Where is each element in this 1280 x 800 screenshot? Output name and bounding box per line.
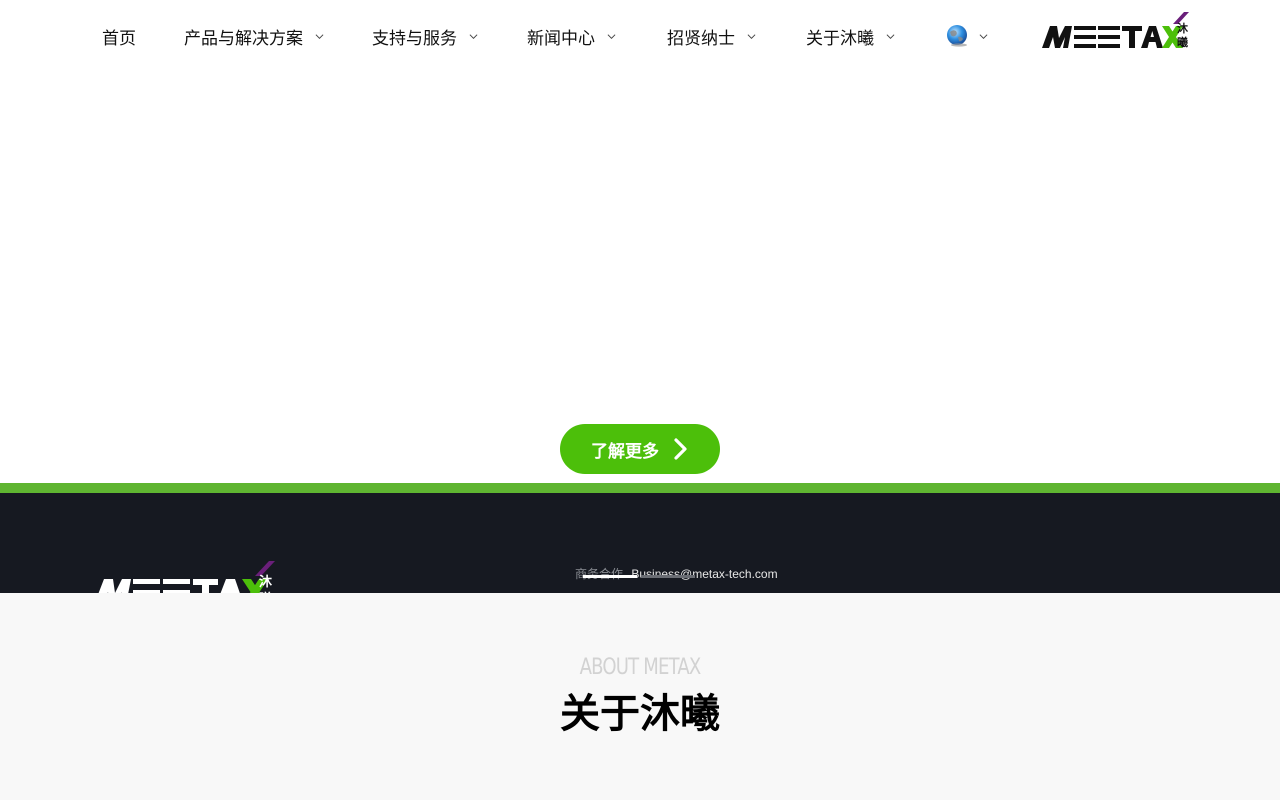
chevron-down-icon <box>979 33 988 39</box>
chevron-down-icon <box>886 33 895 39</box>
nav-item-label: 关于沐曦 <box>806 28 874 48</box>
learn-more-button[interactable]: 了解更多 <box>560 424 720 474</box>
nav-item-news[interactable]: 新闻中心 <box>527 0 616 72</box>
slider-dot[interactable] <box>641 575 695 578</box>
metax-logo[interactable]: 沐 曦 <box>1041 10 1191 50</box>
logo-cn-mark: 沐 <box>1177 21 1189 35</box>
footer-metax-logo[interactable]: 沐 曦 <box>93 559 278 593</box>
nav-item-label: 支持与服务 <box>372 28 457 48</box>
nav-item-label: 招贤纳士 <box>667 28 735 48</box>
nav-item-home[interactable]: 首页 <box>102 0 136 72</box>
svg-text:沐: 沐 <box>259 574 273 590</box>
chevron-right-icon <box>674 438 687 460</box>
about-title: 关于沐曦 <box>560 692 720 736</box>
nav-item-support[interactable]: 支持与服务 <box>372 0 478 72</box>
language-switcher[interactable] <box>945 0 988 72</box>
footer-strip: 沐 曦 商务合作 Business@metax-tech.com <box>0 493 1280 593</box>
nav-item-about[interactable]: 关于沐曦 <box>806 0 895 72</box>
chevron-down-icon <box>469 33 478 39</box>
top-navigation: 首页 产品与解决方案 支持与服务 新闻中心 招贤纳士 关于沐曦 沐 曦 <box>0 0 1280 72</box>
chevron-down-icon <box>315 33 324 39</box>
slider-pagination <box>583 575 703 579</box>
chevron-down-icon <box>747 33 756 39</box>
svg-text:曦: 曦 <box>1177 35 1188 49</box>
business-contact: 商务合作 Business@metax-tech.com <box>575 565 778 582</box>
slider-dot-active[interactable] <box>583 575 637 578</box>
nav-item-label: 新闻中心 <box>527 28 595 48</box>
about-subtitle: ABOUT METAX <box>579 655 702 680</box>
nav-item-label: 产品与解决方案 <box>184 28 303 48</box>
chevron-down-icon <box>607 33 616 39</box>
learn-more-label: 了解更多 <box>591 441 659 461</box>
nav-item-products[interactable]: 产品与解决方案 <box>184 0 324 72</box>
nav-item-label: 首页 <box>102 28 136 48</box>
page: 首页 产品与解决方案 支持与服务 新闻中心 招贤纳士 关于沐曦 沐 曦 了解更多… <box>0 0 1280 800</box>
about-section: ABOUT METAX 关于沐曦 <box>0 593 1280 800</box>
nav-item-careers[interactable]: 招贤纳士 <box>667 0 756 72</box>
hero-banner <box>0 72 1280 483</box>
accent-divider <box>0 483 1280 493</box>
globe-icon <box>947 25 967 47</box>
